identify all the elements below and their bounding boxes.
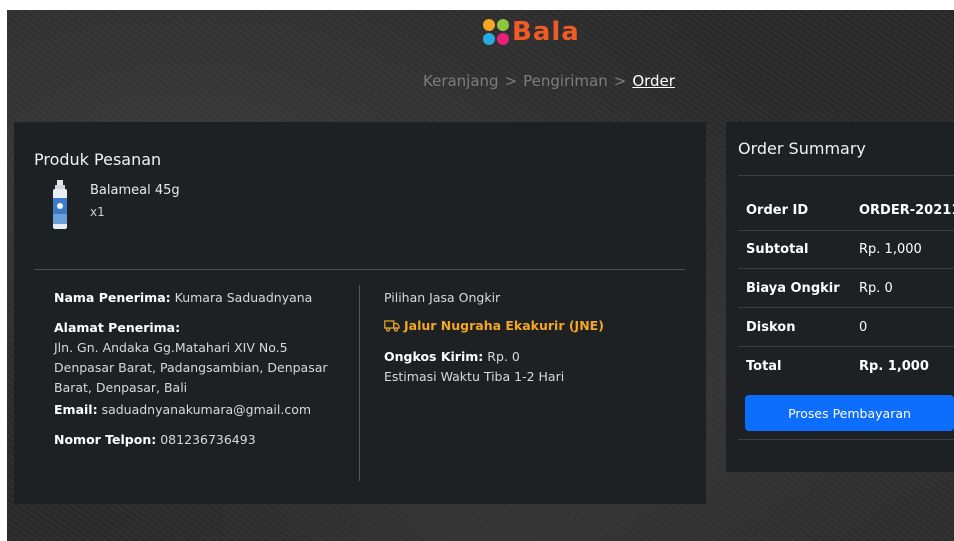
- section-divider: [34, 269, 685, 270]
- phone-label: Nomor Telpon:: [54, 432, 157, 447]
- product-quantity: x1: [90, 205, 105, 219]
- summary-title: Order Summary: [738, 139, 866, 158]
- breadcrumb-order[interactable]: Order: [632, 72, 675, 90]
- summary-value: Rp. 1,000: [859, 242, 922, 257]
- summary-label: Total: [746, 359, 782, 374]
- brand-logo[interactable]: Bala: [483, 14, 580, 50]
- breadcrumb: Keranjang > Pengiriman > Order: [423, 72, 675, 90]
- process-payment-button[interactable]: Proses Pembayaran: [745, 395, 954, 431]
- summary-label: Diskon: [746, 320, 796, 335]
- summary-value: Rp. 0: [859, 281, 893, 296]
- truck-icon: [384, 319, 400, 332]
- summary-label: Biaya Ongkir: [746, 281, 840, 296]
- summary-divider: [738, 175, 954, 176]
- summary-divider: [738, 439, 954, 440]
- shipping-info: Pilihan Jasa Ongkir Jalur Nugraha Ekakur…: [384, 288, 694, 387]
- left-border: [0, 0, 7, 541]
- logo-mark-icon: [483, 19, 509, 45]
- breadcrumb-pengiriman[interactable]: Pengiriman: [523, 72, 608, 90]
- shipping-cost-label: Ongkos Kirim:: [384, 349, 484, 364]
- summary-divider: [738, 268, 954, 269]
- top-border: [0, 0, 954, 10]
- recipient-address-label: Alamat Penerima:: [54, 320, 181, 335]
- product-image: [53, 180, 67, 229]
- summary-value: Rp. 1,000: [859, 359, 929, 374]
- product-name: Balameal 45g: [90, 183, 180, 198]
- summary-divider: [738, 346, 954, 347]
- summary-divider: [738, 230, 954, 231]
- shipping-option-label: Pilihan Jasa Ongkir: [384, 290, 501, 305]
- brand-name: Bala: [512, 17, 580, 47]
- summary-label: Order ID: [746, 203, 809, 218]
- breadcrumb-separator: >: [613, 72, 627, 90]
- courier-name: Jalur Nugraha Ekakurir (JNE): [404, 318, 604, 333]
- order-card-title: Produk Pesanan: [34, 150, 162, 169]
- recipient-address: Jln. Gn. Andaka Gg.Matahari XIV No.5 Den…: [54, 340, 328, 395]
- order-summary-card: Order Summary Order ID ORDER-20211223 Su…: [726, 122, 954, 472]
- breadcrumb-separator: >: [504, 72, 518, 90]
- breadcrumb-keranjang[interactable]: Keranjang: [423, 72, 499, 90]
- shipping-cost-value: Rp. 0: [487, 349, 520, 364]
- recipient-info: Nama Penerima: Kumara Saduadnyana Alamat…: [54, 288, 344, 450]
- courier-option[interactable]: Jalur Nugraha Ekakurir (JNE): [384, 318, 694, 333]
- column-divider: [359, 285, 360, 481]
- recipient-name-label: Nama Penerima:: [54, 290, 171, 305]
- email-label: Email:: [54, 402, 98, 417]
- summary-value: ORDER-20211223: [859, 203, 954, 218]
- summary-divider: [738, 307, 954, 308]
- phone-value: 081236736493: [160, 432, 256, 447]
- order-detail-card: Produk Pesanan Balameal 45g x1 Nama Pene…: [14, 122, 706, 504]
- summary-label: Subtotal: [746, 242, 809, 257]
- email-value: saduadnyanakumara@gmail.com: [101, 402, 312, 417]
- summary-value: 0: [859, 320, 868, 335]
- recipient-name: Kumara Saduadnyana: [174, 290, 313, 305]
- delivery-estimate: Estimasi Waktu Tiba 1-2 Hari: [384, 369, 565, 384]
